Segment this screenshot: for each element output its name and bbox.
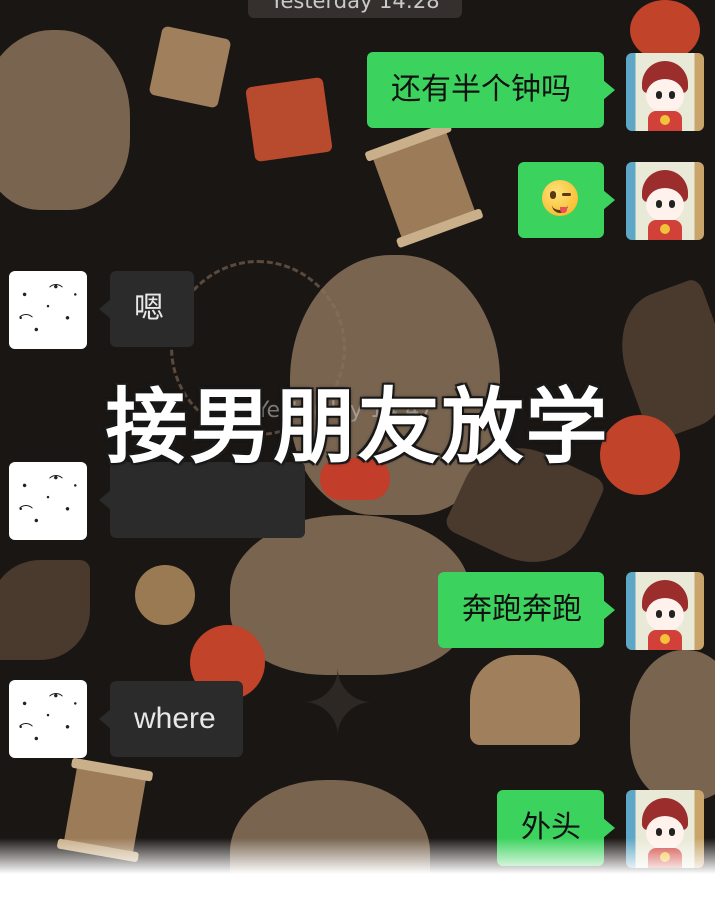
my-avatar[interactable]: [626, 53, 704, 131]
message-bubble-me[interactable]: [518, 162, 615, 238]
message-text: 还有半个钟吗: [391, 72, 571, 107]
bottom-fade: [0, 838, 715, 898]
overlay-caption: 接男朋友放学: [105, 380, 610, 475]
winking-face-with-tongue-icon: [542, 179, 578, 216]
my-avatar[interactable]: [626, 572, 704, 650]
my-avatar[interactable]: [626, 162, 704, 240]
message-text: 奔跑奔跑: [462, 592, 582, 627]
message-text: where: [134, 702, 216, 735]
message-bubble-other[interactable]: where: [99, 681, 243, 757]
message-bubble-other[interactable]: 嗯: [99, 271, 194, 347]
message-text: 嗯: [134, 291, 164, 326]
contact-avatar[interactable]: ⌒ ⌒: [9, 271, 87, 349]
contact-avatar[interactable]: ⌒ ⌒: [9, 680, 87, 758]
message-bubble-me[interactable]: 奔跑奔跑: [438, 572, 615, 648]
message-bubble-me[interactable]: 还有半个钟吗: [367, 52, 615, 128]
top-timestamp: Yesterday 14:28: [248, 0, 462, 18]
